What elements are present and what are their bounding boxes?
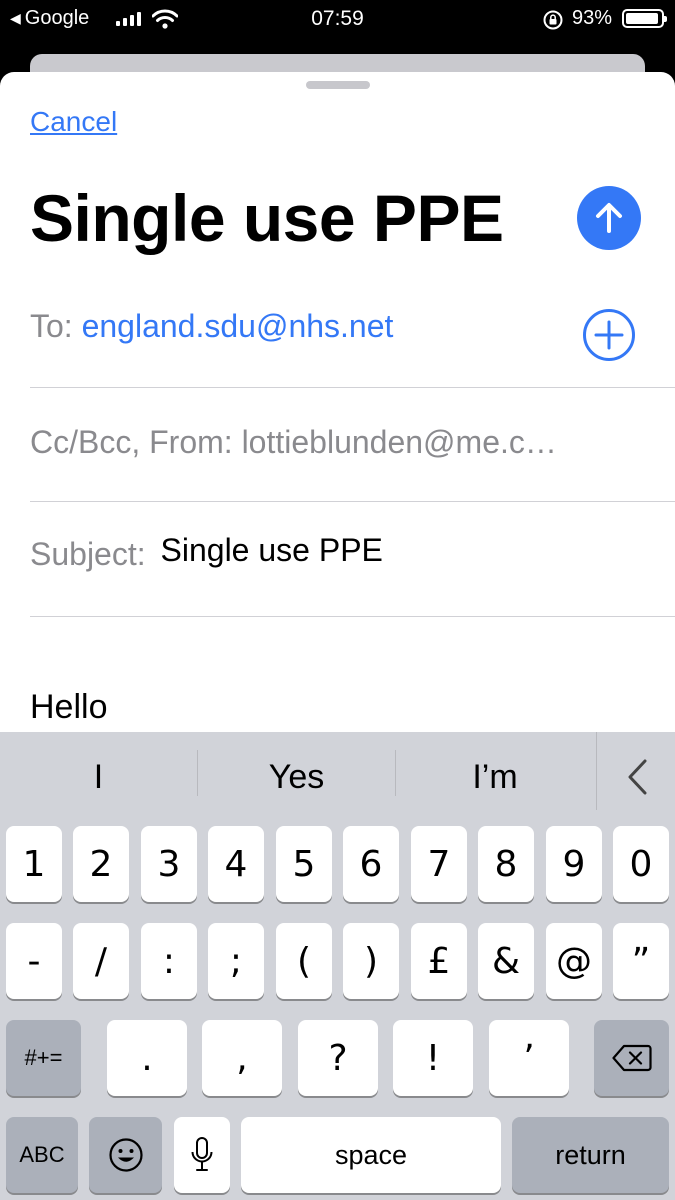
key-question[interactable]: ? — [298, 1020, 378, 1096]
key-period[interactable]: . — [107, 1020, 187, 1096]
key-pound[interactable]: £ — [411, 923, 467, 999]
emoji-key[interactable] — [89, 1117, 162, 1193]
key-apostrophe[interactable]: ’ — [489, 1020, 569, 1096]
key-0[interactable]: 0 — [613, 826, 669, 902]
cancel-button[interactable]: Cancel — [30, 106, 117, 138]
key-close-paren[interactable]: ) — [343, 923, 399, 999]
add-recipient-button[interactable] — [582, 308, 636, 362]
key-7[interactable]: 7 — [411, 826, 467, 902]
key-at[interactable]: @ — [546, 923, 602, 999]
to-label: To: — [30, 308, 73, 344]
subject-input[interactable]: Single use PPE — [161, 532, 383, 568]
subject-field[interactable]: Subject: Single use PPE — [30, 532, 675, 573]
key-6[interactable]: 6 — [343, 826, 399, 902]
to-field[interactable]: To: england.sdu@nhs.net — [30, 308, 675, 345]
key-4[interactable]: 4 — [208, 826, 264, 902]
dictation-key[interactable] — [174, 1117, 230, 1193]
key-ampersand[interactable]: & — [478, 923, 534, 999]
key-semicolon[interactable]: ; — [208, 923, 264, 999]
send-button[interactable] — [577, 186, 641, 250]
arrow-up-circle-icon — [596, 203, 622, 233]
prediction-1[interactable]: I — [0, 732, 197, 822]
message-body[interactable]: Hello — [30, 688, 107, 727]
key-8[interactable]: 8 — [478, 826, 534, 902]
to-divider — [30, 387, 675, 388]
key-colon[interactable]: : — [141, 923, 197, 999]
abc-key[interactable]: ABC — [6, 1117, 78, 1193]
key-1[interactable]: 1 — [6, 826, 62, 902]
subject-divider — [30, 616, 675, 617]
key-comma[interactable]: , — [202, 1020, 282, 1096]
message-title: Single use PPE — [30, 181, 504, 255]
key-2[interactable]: 2 — [73, 826, 129, 902]
predictive-text-bar: I Yes I’m — [0, 732, 675, 822]
ccbcc-from-label: Cc/Bcc, From: — [30, 424, 233, 460]
prediction-3[interactable]: I’m — [396, 732, 594, 822]
key-exclamation[interactable]: ! — [393, 1020, 473, 1096]
key-5[interactable]: 5 — [276, 826, 332, 902]
collapse-predictions-button[interactable] — [598, 732, 675, 822]
ccbcc-divider — [30, 501, 675, 502]
key-quote[interactable]: ” — [613, 923, 669, 999]
space-key[interactable]: space — [241, 1117, 501, 1193]
rotation-lock-icon — [542, 9, 564, 36]
ccbcc-from-field[interactable]: Cc/Bcc, From: lottieblunden@me.c… — [30, 424, 675, 461]
key-hyphen[interactable]: - — [6, 923, 62, 999]
keyboard: I Yes I’m 1 2 3 4 5 6 7 8 9 0 - / : ; ( … — [0, 732, 675, 1200]
plus-circle-icon — [583, 309, 635, 361]
prediction-2[interactable]: Yes — [198, 732, 395, 822]
more-symbols-key[interactable]: #+= — [6, 1020, 81, 1096]
key-3[interactable]: 3 — [141, 826, 197, 902]
battery-level-fill — [626, 13, 658, 24]
from-address: lottieblunden@me.c… — [241, 424, 557, 460]
battery-percentage: 93% — [572, 7, 613, 29]
status-bar: ◀ Google 07:59 93% — [0, 0, 675, 40]
key-9[interactable]: 9 — [546, 826, 602, 902]
subject-label: Subject: — [30, 536, 146, 572]
to-recipient[interactable]: england.sdu@nhs.net — [82, 308, 394, 344]
chevron-left-icon — [628, 759, 646, 795]
prediction-separator — [596, 732, 597, 810]
delete-key[interactable] — [594, 1020, 669, 1096]
microphone-icon — [191, 1137, 213, 1171]
emoji-icon — [108, 1138, 143, 1172]
return-key[interactable]: return — [512, 1117, 669, 1193]
key-slash[interactable]: / — [73, 923, 129, 999]
backspace-icon — [611, 1044, 652, 1072]
battery-icon — [622, 9, 667, 28]
key-open-paren[interactable]: ( — [276, 923, 332, 999]
sheet-grabber[interactable] — [306, 81, 370, 89]
